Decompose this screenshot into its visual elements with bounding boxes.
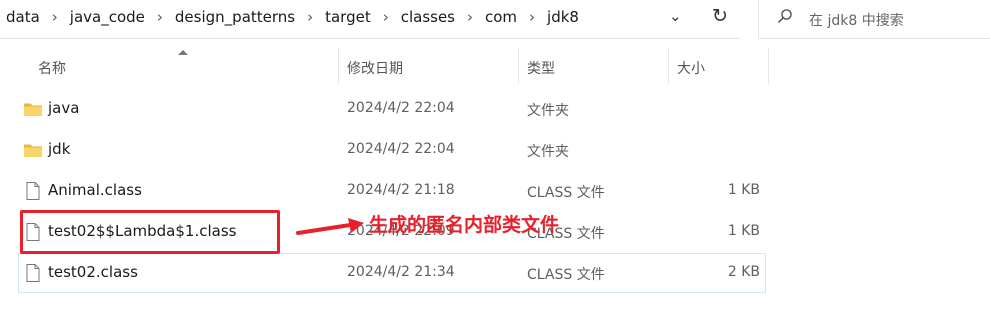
file-icon [26,264,40,282]
file-size: 1 KB [727,182,760,198]
breadcrumb-item-java-code[interactable]: java_code [70,8,145,26]
column-divider[interactable] [668,48,669,84]
file-type: CLASS 文件 [527,185,605,201]
chevron-right-icon: › [156,8,163,26]
column-divider[interactable] [518,48,519,84]
file-name: Animal.class [48,181,142,199]
chevron-right-icon: › [467,8,473,26]
column-header-type[interactable]: 类型 [527,58,555,78]
annotation-arrow-icon [296,218,364,235]
annotation-highlight-box [20,210,280,254]
chevron-right-icon: › [51,8,58,26]
file-name: jdk [48,140,71,158]
breadcrumb-item-jdk8[interactable]: jdk8 [547,8,579,26]
chevron-right-icon: › [529,8,536,26]
refresh-icon[interactable]: ↻ [712,5,728,27]
file-modified: 2024/4/2 21:18 [347,182,455,198]
file-row-java[interactable]: java 2024/4/2 22:04 文件夹 [18,89,766,129]
search-box[interactable]: 在 jdk8 中搜索 [758,0,990,39]
column-header-name[interactable]: 名称 [38,58,66,78]
file-name: test02.class [48,263,138,281]
annotation-label: 生成的匿名内部类文件 [369,214,560,236]
file-row-test02-class[interactable]: test02.class 2024/4/2 21:34 CLASS 文件 2 K… [18,253,766,293]
breadcrumb-item-target[interactable]: target [325,8,371,26]
chevron-down-icon[interactable]: ⌄ [669,7,682,25]
file-modified: 2024/4/2 22:04 [347,141,455,157]
file-type: CLASS 文件 [527,267,605,283]
breadcrumb-item-com[interactable]: com [485,8,517,26]
file-row-animal-class[interactable]: Animal.class 2024/4/2 21:18 CLASS 文件 1 K… [18,171,766,211]
breadcrumb-item-classes[interactable]: classes [401,8,455,26]
breadcrumb-item-design-patterns[interactable]: design_patterns [175,8,295,26]
search-icon [778,9,792,23]
file-modified: 2024/4/2 21:34 [347,264,455,280]
file-size: 1 KB [727,223,760,239]
file-name: java [48,99,80,117]
column-divider[interactable] [768,48,769,84]
search-input[interactable]: 在 jdk8 中搜索 [809,10,904,30]
sort-ascending-icon [178,50,188,55]
file-type: 文件夹 [527,103,569,119]
address-bar[interactable]: data › java_code › design_patterns › target › cl… [0,0,740,39]
file-row-jdk[interactable]: jdk 2024/4/2 22:04 文件夹 [18,130,766,170]
file-modified: 2024/4/2 22:04 [347,100,455,116]
chevron-right-icon: › [382,8,389,26]
breadcrumb: data › java_code › design_patterns › target › cl… [6,8,579,26]
chevron-right-icon: › [307,8,314,26]
folder-icon [24,144,42,157]
file-size: 2 KB [727,264,760,280]
column-divider[interactable] [338,48,339,84]
column-header-size[interactable]: 大小 [677,58,705,78]
breadcrumb-item-data[interactable]: data [6,8,40,26]
column-header-modified[interactable]: 修改日期 [347,58,403,78]
file-type: 文件夹 [527,144,569,160]
folder-icon [24,103,42,116]
file-icon [26,182,40,200]
